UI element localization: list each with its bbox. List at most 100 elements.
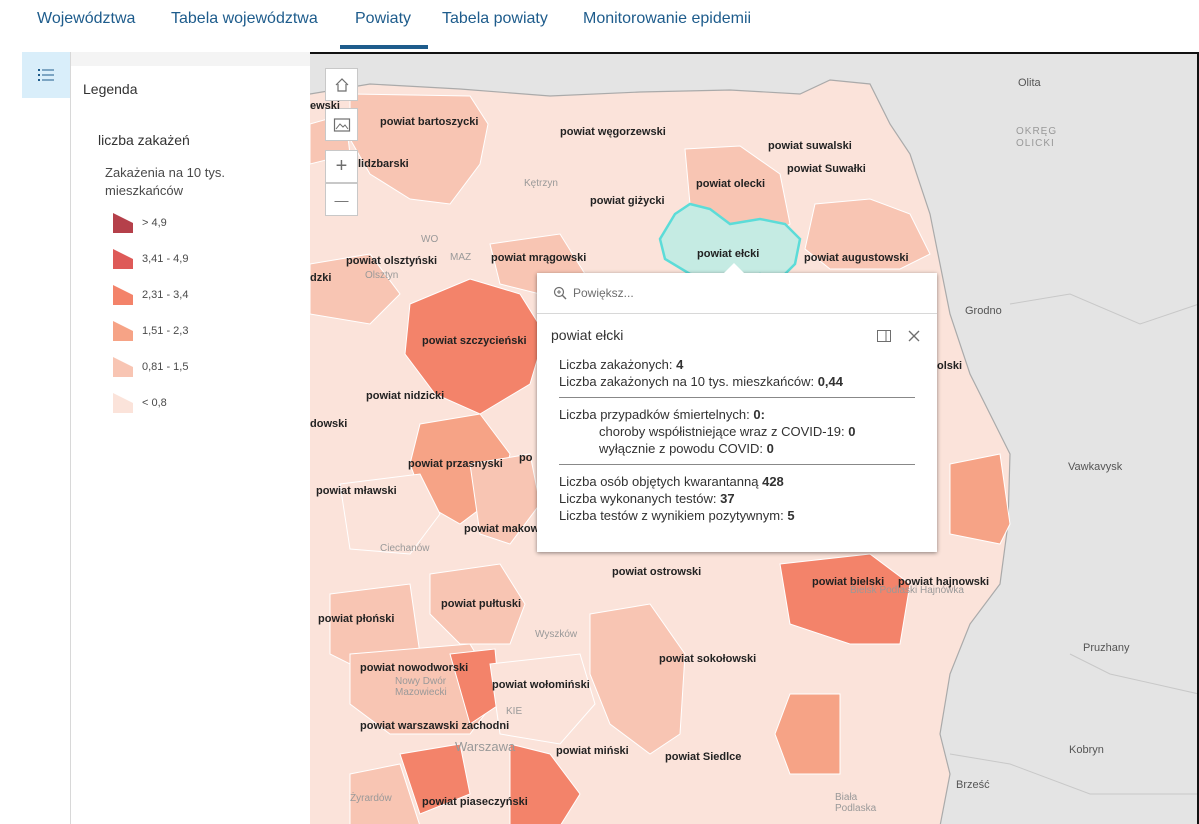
popup-field-testow: Liczba wykonanych testów: 37: [559, 491, 735, 506]
tab-tabela-wojewodztwa[interactable]: Tabela województwa: [171, 10, 318, 28]
map-label: powiat Siedlce: [665, 751, 742, 763]
zoom-to-label: Powiększ...: [573, 286, 634, 300]
map-label: OKRĘG OLICKI: [1016, 126, 1058, 149]
map-label: dzki: [310, 272, 332, 284]
map-label: dowski: [310, 418, 348, 430]
legend-class-label: > 4,9: [142, 217, 167, 229]
map-label: WO: [421, 234, 439, 245]
map-label: powiat suwalski: [768, 140, 852, 152]
legend-swatch: [113, 285, 133, 305]
map-label: Kobryn: [1069, 744, 1104, 756]
popup-field-zakazonych-10tys: Liczba zakażonych na 10 tys. mieszkańców…: [559, 374, 844, 389]
map-label: Grodno: [965, 305, 1002, 317]
tab-tabela-powiaty[interactable]: Tabela powiaty: [442, 10, 548, 28]
legend-class-label: 0,81 - 1,5: [142, 361, 189, 373]
map-label: Żyrardów: [350, 793, 392, 804]
dock-popup-button[interactable]: [875, 327, 893, 345]
legend-class-row: < 0,8: [111, 391, 167, 415]
legend-panel-header-strip: [71, 52, 311, 66]
popup-title: powiat ełcki: [551, 327, 624, 343]
map-label: powiat warszawski zachodni: [360, 720, 510, 732]
legend-swatch: [113, 357, 133, 377]
map-label: powiat węgorzewski: [560, 126, 666, 138]
map-label: Warszawa: [455, 739, 516, 754]
map-label: powiat nidzicki: [366, 390, 445, 402]
zoom-in-button[interactable]: +: [325, 150, 358, 183]
map-label: Biała Podlaska: [835, 792, 877, 814]
basemap-gallery-button[interactable]: [325, 108, 358, 141]
close-icon: [908, 330, 920, 342]
popup-field-kwarantanna: Liczba osób objętych kwarantanną 428: [559, 474, 784, 489]
tab-bar: Województwa Tabela województwa Powiaty T…: [0, 0, 1199, 50]
popup-field-zakazonych: Liczba zakażonych: 4: [559, 357, 684, 372]
tab-powiaty[interactable]: Powiaty: [355, 10, 411, 28]
popup-field-smiertelnych: Liczba przypadków śmiertelnych: 0:: [559, 407, 765, 422]
map-label: olski: [937, 360, 963, 372]
home-button[interactable]: [325, 68, 358, 101]
map-label: Brześć: [956, 779, 990, 791]
map-label: powiat przasnyski: [408, 458, 503, 470]
popup-field-wspolistniejace: choroby współistniejące wraz z COVID-19:…: [599, 424, 856, 439]
legend-title: Legenda: [83, 81, 138, 97]
map-label: Hajnówka: [920, 585, 964, 596]
legend-class-label: < 0,8: [142, 397, 167, 409]
map-label: powiat pułtuski: [441, 598, 522, 610]
map-label: lidzbarski: [358, 158, 409, 170]
sidebar-rail: [22, 52, 70, 824]
map-label: ewski: [310, 100, 340, 112]
active-tab-indicator: [340, 45, 428, 49]
map-label: powiat augustowski: [804, 252, 909, 264]
map-label: powiat Suwałki: [787, 163, 866, 175]
map-label: Kętrzyn: [524, 178, 558, 189]
legend-swatch: [113, 393, 133, 413]
legend-class-row: 2,31 - 3,4: [111, 283, 188, 307]
legend-class-row: > 4,9: [111, 211, 167, 235]
legend-panel: Legenda liczba zakażeń Zakażenia na 10 t…: [70, 52, 311, 824]
tab-monitorowanie-epidemii[interactable]: Monitorowanie epidemii: [583, 10, 751, 28]
popup-field-wylacznie-covid: wyłącznie z powodu COVID: 0: [599, 441, 774, 456]
map-label: Olita: [1018, 77, 1041, 89]
legend-class-label: 1,51 - 2,3: [142, 325, 189, 337]
map-label: Wyszków: [535, 629, 578, 640]
legend-layer-title: liczba zakażeń: [98, 132, 190, 148]
legend-class-label: 3,41 - 4,9: [142, 253, 189, 265]
popup-field-testow-pozytywnych: Liczba testów z wynikiem pozytywnym: 5: [559, 508, 795, 523]
map-label: powiat ostrowski: [612, 566, 702, 578]
map-label: Vawkavysk: [1068, 461, 1123, 473]
map-label: powiat wołomiński: [492, 679, 590, 691]
tab-wojewodztwa[interactable]: Województwa: [37, 10, 135, 28]
map-label: powiat nowodworski: [360, 662, 469, 674]
map-label: powiat piaseczyński: [422, 796, 528, 808]
zoom-to-icon: [553, 286, 567, 300]
legend-class-label: 2,31 - 3,4: [142, 289, 189, 301]
feature-popup: Powiększ... powiat ełcki Liczba zakażony…: [537, 263, 937, 552]
close-popup-button[interactable]: [905, 327, 923, 345]
legend-field-title: Zakażenia na 10 tys. mieszkańców: [105, 165, 225, 198]
popup-zoom-to-bar[interactable]: Powiększ...: [537, 273, 937, 314]
map-label: powiat mławski: [316, 485, 397, 497]
map-label: Olsztyn: [365, 270, 399, 281]
map-label: MAZ: [450, 252, 472, 263]
legend-swatch: [113, 321, 133, 341]
map-label: powiat bartoszycki: [380, 116, 479, 128]
legend-swatch: [113, 249, 133, 269]
map-label: KIE: [506, 706, 523, 717]
map-label: powiat giżycki: [590, 195, 665, 207]
map-label: powiat mrągowski: [491, 252, 587, 264]
map-label: Bielsk Podlaski: [850, 585, 918, 596]
zoom-out-button[interactable]: —: [325, 183, 358, 216]
map-label: powiat makow: [464, 523, 540, 535]
legend-class-row: 0,81 - 1,5: [111, 355, 188, 379]
legend-list-icon: [38, 69, 54, 81]
popup-separator: [559, 464, 915, 465]
map-label: powiat płoński: [318, 613, 395, 625]
zoom-in-icon: +: [335, 155, 348, 177]
map-label: powiat olsztyński: [346, 255, 438, 267]
map-label: Nowy Dwór Mazowiecki: [395, 676, 447, 698]
map-label: powiat olecki: [696, 178, 766, 190]
basemap-gallery-icon: [333, 117, 350, 132]
map-label: Ciechanów: [380, 543, 430, 554]
map-label: powiat ełcki: [697, 248, 760, 260]
legend-toggle-button[interactable]: [22, 52, 70, 98]
popup-pointer: [724, 263, 744, 273]
